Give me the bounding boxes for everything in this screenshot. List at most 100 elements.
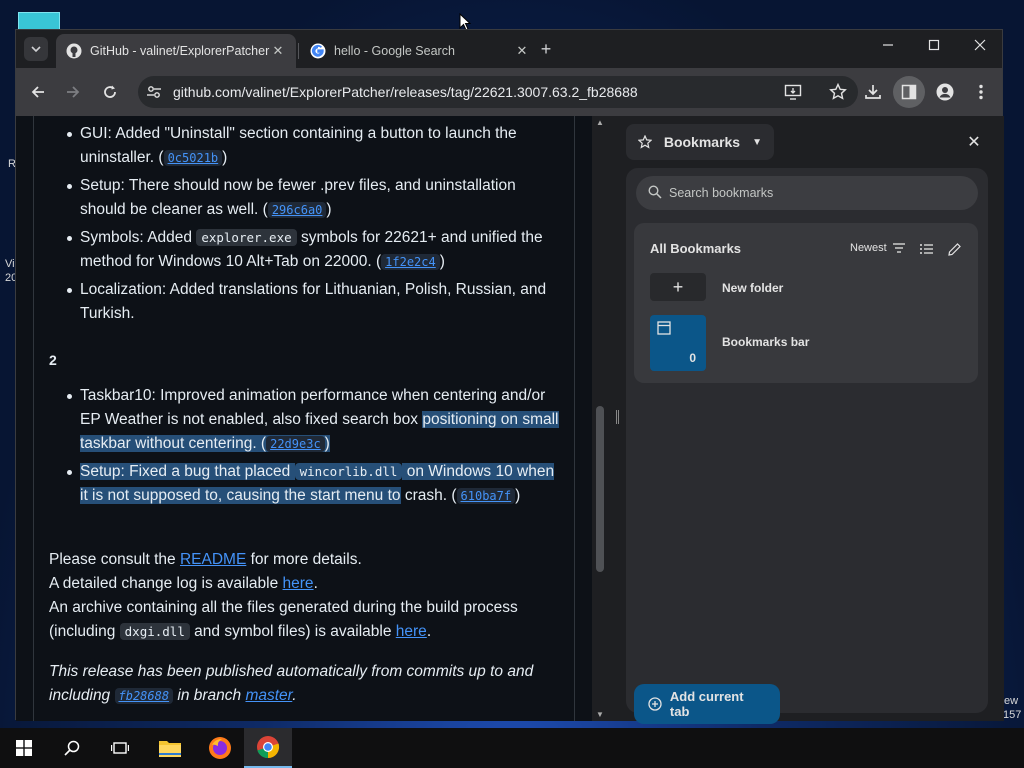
section-heading: 2: [49, 352, 57, 368]
commit-link[interactable]: fb28688: [114, 688, 174, 704]
page-content[interactable]: GUI: Added "Uninstall" section containin…: [16, 116, 592, 721]
toolbar: github.com/valinet/ExplorerPatcher/relea…: [16, 68, 1002, 116]
firefox-button[interactable]: [196, 728, 244, 768]
install-app-icon[interactable]: [783, 82, 803, 102]
tab-strip: GitHub - valinet/ExplorerPatcher ✕ hello…: [16, 30, 1002, 68]
side-panel-toggle-button[interactable]: [893, 76, 925, 108]
inline-code: explorer.exe: [196, 229, 297, 246]
list-item: Symbols: Added explorer.exe symbols for …: [67, 226, 562, 274]
close-window-icon[interactable]: [968, 38, 992, 60]
search-icon: [648, 185, 662, 199]
search-icon: [64, 740, 80, 756]
github-icon: [66, 43, 82, 59]
list-item: GUI: Added "Uninstall" section containin…: [67, 122, 562, 170]
panel-title: Bookmarks: [663, 134, 741, 150]
new-folder-label[interactable]: New folder: [722, 281, 783, 295]
windows-logo-icon: [16, 740, 32, 756]
start-button[interactable]: [0, 728, 48, 768]
file-explorer-button[interactable]: [146, 728, 194, 768]
firefox-icon: [209, 737, 231, 759]
task-view-button[interactable]: [96, 728, 144, 768]
bookmarks-bar-folder[interactable]: 0: [650, 315, 706, 371]
chrome-icon: [257, 736, 280, 759]
page-scrollbar[interactable]: ▲ ▼: [592, 116, 608, 721]
bookmark-star-icon[interactable]: [828, 82, 848, 102]
site-info-icon[interactable]: [144, 82, 164, 102]
download-icon[interactable]: [861, 80, 885, 104]
panel-selector[interactable]: Bookmarks ▼: [626, 124, 774, 160]
all-bookmarks-card: All Bookmarks Newest + New folder 0 Book: [634, 223, 978, 383]
add-circle-icon: [648, 697, 662, 711]
scroll-up-icon[interactable]: ▲: [592, 118, 608, 127]
filter-icon: [892, 243, 905, 253]
task-view-icon: [111, 742, 129, 754]
side-panel-resize-handle[interactable]: [608, 116, 626, 721]
tab-github[interactable]: GitHub - valinet/ExplorerPatcher ✕: [56, 34, 296, 68]
changelog-link[interactable]: here: [283, 575, 314, 592]
change-list-2: Taskbar10: Improved animation performanc…: [67, 384, 562, 512]
bookmarks-panel-body: Search bookmarks All Bookmarks Newest + …: [626, 168, 988, 724]
scrollbar-thumb[interactable]: [596, 406, 604, 572]
desktop-label: ew: [1004, 695, 1019, 707]
list-view-icon[interactable]: [918, 241, 934, 257]
tab-google[interactable]: hello - Google Search ✕: [300, 34, 540, 68]
close-panel-icon[interactable]: ✕: [964, 132, 984, 152]
tab-title: GitHub - valinet/ExplorerPatcher: [90, 44, 270, 58]
google-icon: [310, 43, 326, 59]
tab-separator: [298, 43, 299, 59]
desktop-shortcut-icon[interactable]: [18, 12, 60, 30]
folder-icon: [159, 741, 181, 757]
search-taskbar-button[interactable]: [48, 728, 96, 768]
menu-kebab-icon[interactable]: [969, 80, 993, 104]
inline-code: wincorlib.dll: [294, 463, 403, 480]
readme-link[interactable]: README: [180, 551, 246, 568]
tab-title: hello - Google Search: [334, 44, 455, 58]
change-list-1: GUI: Added "Uninstall" section containin…: [67, 122, 562, 330]
browser-window: GitHub - valinet/ExplorerPatcher ✕ hello…: [15, 29, 1004, 724]
forward-icon[interactable]: [61, 80, 85, 104]
maximize-icon[interactable]: [922, 38, 946, 60]
close-tab-icon[interactable]: ✕: [270, 43, 286, 59]
all-bookmarks-heading: All Bookmarks: [650, 241, 742, 256]
commit-link[interactable]: 610ba7f: [456, 488, 516, 504]
add-current-tab-button[interactable]: Add current tab: [634, 684, 780, 724]
new-folder-button[interactable]: +: [650, 273, 706, 301]
folder-window-icon: [657, 321, 671, 335]
address-bar[interactable]: github.com/valinet/ExplorerPatcher/relea…: [138, 76, 858, 108]
inline-code: dxgi.dll: [119, 623, 190, 640]
commit-link[interactable]: 22d9e3c: [266, 436, 325, 452]
commit-link[interactable]: 0c5021b: [163, 150, 223, 166]
profile-icon[interactable]: [933, 80, 957, 104]
scroll-down-icon[interactable]: ▼: [592, 710, 608, 719]
tab-search-button[interactable]: [24, 37, 48, 61]
archive-link[interactable]: here: [396, 623, 427, 640]
branch-link[interactable]: master: [245, 687, 292, 704]
taskbar: [0, 728, 1024, 768]
back-icon[interactable]: [26, 80, 50, 104]
desktop-label: 157: [1003, 709, 1022, 721]
sort-button[interactable]: Newest: [850, 242, 905, 254]
commit-link[interactable]: 296c6a0: [267, 202, 327, 218]
commit-link[interactable]: 1f2e2c4: [381, 254, 440, 270]
new-tab-button[interactable]: +: [536, 39, 556, 59]
url-text: github.com/valinet/ExplorerPatcher/relea…: [173, 84, 638, 100]
list-item: Taskbar10: Improved animation performanc…: [67, 384, 562, 456]
drag-grip-icon: [616, 410, 619, 424]
minimize-icon[interactable]: [876, 38, 900, 60]
search-placeholder: Search bookmarks: [669, 186, 774, 200]
search-bookmarks-input[interactable]: Search bookmarks: [636, 176, 978, 210]
bookmarks-star-icon: [638, 135, 652, 149]
close-tab-icon[interactable]: ✕: [514, 43, 530, 59]
bookmarks-side-panel: Bookmarks ▼ ✕ Search bookmarks All Bookm…: [626, 116, 1004, 724]
list-item: Setup: There should now be fewer .prev f…: [67, 174, 562, 222]
chrome-button[interactable]: [244, 728, 292, 768]
desktop-label: Vi: [5, 258, 15, 270]
bookmarks-bar-label[interactable]: Bookmarks bar: [722, 335, 809, 349]
footer-paragraph: This release has been published automati…: [49, 663, 534, 704]
side-panel-icon: [901, 84, 917, 100]
folder-count: 0: [689, 351, 696, 365]
edit-pencil-icon[interactable]: [946, 241, 962, 257]
reload-icon[interactable]: [98, 80, 122, 104]
chevron-down-icon: [31, 46, 41, 53]
list-item: Localization: Added translations for Lit…: [67, 278, 562, 326]
